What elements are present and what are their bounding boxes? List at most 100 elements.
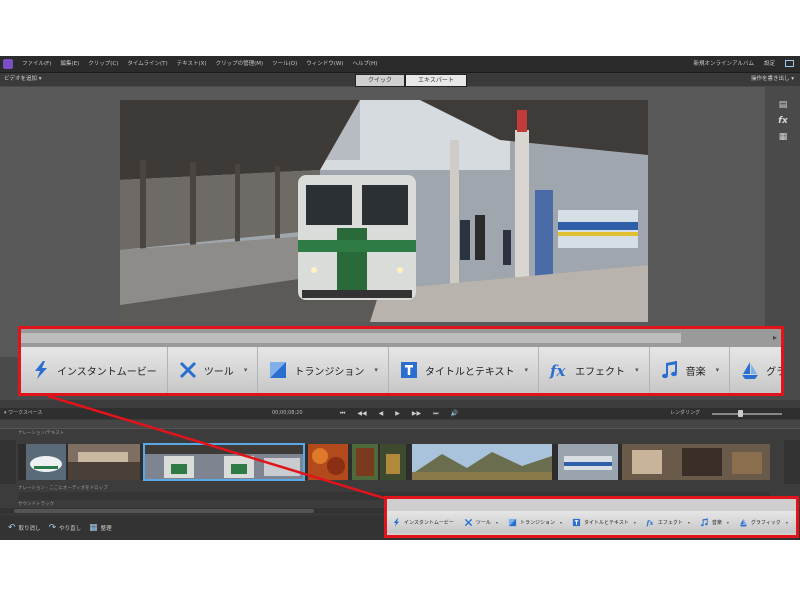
tools-label-small: ツール xyxy=(475,519,491,526)
effects-dropdown-icon: ▾ xyxy=(687,519,690,525)
clip-train-depot[interactable] xyxy=(558,444,618,480)
svg-text:fx: fx xyxy=(549,362,566,380)
menu-tools[interactable]: ツール(O) xyxy=(272,58,297,70)
titles-text-button-small[interactable]: タイトルとテキスト ▾ xyxy=(567,518,641,527)
transition-icon xyxy=(270,362,287,378)
music-note-icon xyxy=(700,517,708,526)
music-button-small[interactable]: 音楽 ▾ xyxy=(695,517,734,527)
narration-track-label: ナレーション - ここにオーディオをドロップ xyxy=(18,486,108,491)
tab-quick[interactable]: クイック xyxy=(355,74,406,87)
menu-clip[interactable]: クリップ(C) xyxy=(88,58,118,70)
volume-icon[interactable]: 🔊 xyxy=(451,409,458,418)
tools-button-small[interactable]: ツール ▾ xyxy=(459,518,503,527)
zoomed-scroll-thumb[interactable] xyxy=(21,333,681,343)
station-train-image xyxy=(120,100,648,322)
music-dropdown-icon: ▾ xyxy=(715,366,720,374)
instant-movie-label: インスタントムービー xyxy=(57,366,157,378)
transitions-dropdown-icon: ▾ xyxy=(559,519,562,525)
tools-dropdown-icon: ▾ xyxy=(495,519,498,525)
step-back-icon[interactable]: ◀ xyxy=(379,409,384,418)
graphics-button-small[interactable]: グラフィック ▾ xyxy=(734,518,793,527)
track-header-left xyxy=(0,440,16,484)
add-media-dropdown[interactable]: ビデオを追加 ▾ xyxy=(4,73,42,86)
render-button[interactable]: レンダリング xyxy=(670,408,700,419)
organize-icon: ▦ xyxy=(89,522,98,533)
titles-text-button[interactable]: タイトルとテキスト ▾ xyxy=(389,347,540,393)
time-ruler[interactable] xyxy=(0,420,800,429)
menu-bar: ファイル(F) 編集(E) クリップ(C) タイムライン(T) テキスト(X) … xyxy=(0,56,800,73)
app-logo xyxy=(3,59,13,69)
effects-button[interactable]: fx エフェクト ▾ xyxy=(539,347,650,393)
graphics-button[interactable]: グラフィック ▾ xyxy=(730,347,781,393)
fast-forward-icon[interactable]: ▶▶ xyxy=(412,409,421,418)
effects-button-small[interactable]: fx エフェクト ▾ xyxy=(641,518,695,527)
export-dropdown[interactable]: 操作を書き出し ▾ xyxy=(751,73,794,86)
clip-mountain-landscape[interactable] xyxy=(412,444,552,480)
video-preview[interactable] xyxy=(120,100,648,322)
menu-text[interactable]: テキスト(X) xyxy=(177,58,207,70)
scroll-right-icon[interactable]: ▸ xyxy=(773,331,777,345)
music-button[interactable]: 音楽 ▾ xyxy=(650,347,731,393)
video-track[interactable] xyxy=(18,443,770,481)
zoomed-scrollbar[interactable]: ▸ xyxy=(21,329,781,347)
applied-effects-icon[interactable]: ▦ xyxy=(779,132,788,142)
clip-bullet-train[interactable] xyxy=(26,444,66,480)
undo-button[interactable]: ↶ 取り消し xyxy=(8,523,41,533)
menu-timeline[interactable]: タイムライン(T) xyxy=(127,58,167,70)
clip-station-building[interactable] xyxy=(68,444,140,480)
mode-tabs: クイック エキスパート xyxy=(355,74,467,87)
tab-expert[interactable]: エキスパート xyxy=(405,74,467,87)
fx-icon[interactable]: fx xyxy=(778,116,788,126)
action-bar-small: インスタントムービー ツール ▾ トランジション ▾ タイトルとテキスト ▾ f… xyxy=(387,511,796,533)
timecode: 00;00;08;20 xyxy=(272,410,303,416)
instant-movie-label-small: インスタントムービー xyxy=(404,519,454,526)
organize-button[interactable]: ▦ 整理 xyxy=(89,523,112,533)
menu-window[interactable]: ウィンドウ(W) xyxy=(306,58,343,70)
clip-station-interior[interactable] xyxy=(622,444,770,480)
go-to-start-icon[interactable]: ⏮ xyxy=(340,409,345,418)
zoomed-action-bar-callout: ▸ インスタントムービー ツール ▾ トランジション ▾ タイトルとテキスト ▾… xyxy=(18,326,784,396)
monitor-icon[interactable] xyxy=(785,60,794,68)
title-text-icon xyxy=(400,362,417,378)
clip-autumn-leaves[interactable] xyxy=(308,444,348,480)
tools-button[interactable]: ツール ▾ xyxy=(168,347,259,393)
transitions-label-small: トランジション xyxy=(519,519,555,526)
undo-icon: ↶ xyxy=(8,522,16,533)
sailboat-icon xyxy=(739,518,748,527)
zoom-slider-knob[interactable] xyxy=(738,410,743,417)
graphics-label: グラフィック xyxy=(766,366,781,378)
tools-icon xyxy=(464,518,473,526)
transitions-button[interactable]: トランジション ▾ xyxy=(258,347,389,393)
clip-garden[interactable] xyxy=(352,444,378,480)
sailboat-icon xyxy=(742,362,759,379)
titles-text-label-small: タイトルとテキスト xyxy=(583,519,629,526)
menu-list: ファイル(F) 編集(E) クリップ(C) タイムライン(T) テキスト(X) … xyxy=(22,58,377,70)
titles-dropdown-icon: ▾ xyxy=(524,366,529,374)
transitions-label: トランジション xyxy=(294,366,365,378)
tools-label: ツール xyxy=(203,366,234,378)
menu-help[interactable]: ヘルプ(H) xyxy=(352,58,377,70)
menu-clip-manage[interactable]: クリップの管理(M) xyxy=(216,58,264,70)
menu-edit[interactable]: 編集(E) xyxy=(60,58,79,70)
lightning-icon xyxy=(35,361,47,379)
play-icon[interactable]: ▶ xyxy=(395,409,400,418)
adjust-icon[interactable]: ▤ xyxy=(779,100,788,110)
redo-icon: ↷ xyxy=(48,522,57,533)
effects-label-small: エフェクト xyxy=(657,519,683,526)
transitions-button-small[interactable]: トランジション ▾ xyxy=(503,518,567,527)
zoom-slider-track[interactable] xyxy=(712,413,782,415)
menu-file[interactable]: ファイル(F) xyxy=(22,58,51,70)
instant-movie-button[interactable]: インスタントムービー xyxy=(21,347,168,393)
settings-link[interactable]: 設定 xyxy=(764,58,775,70)
soundtrack-track-label: サウンドトラック xyxy=(18,502,54,507)
music-note-icon xyxy=(661,361,677,379)
clip-shrine[interactable] xyxy=(380,444,406,480)
redo-button[interactable]: ↷ やり直し xyxy=(49,523,82,533)
instant-movie-button-small[interactable]: インスタントムービー xyxy=(387,517,459,527)
rewind-icon[interactable]: ◀◀ xyxy=(357,409,366,418)
graphics-label-small: グラフィック xyxy=(750,519,781,526)
go-to-end-icon[interactable]: ⏭ xyxy=(433,409,438,418)
new-online-album-link[interactable]: 新規オンラインアルバム xyxy=(694,58,754,70)
timeline-scroll-thumb[interactable] xyxy=(14,509,314,513)
clip-train-platform-selected[interactable] xyxy=(143,443,305,481)
